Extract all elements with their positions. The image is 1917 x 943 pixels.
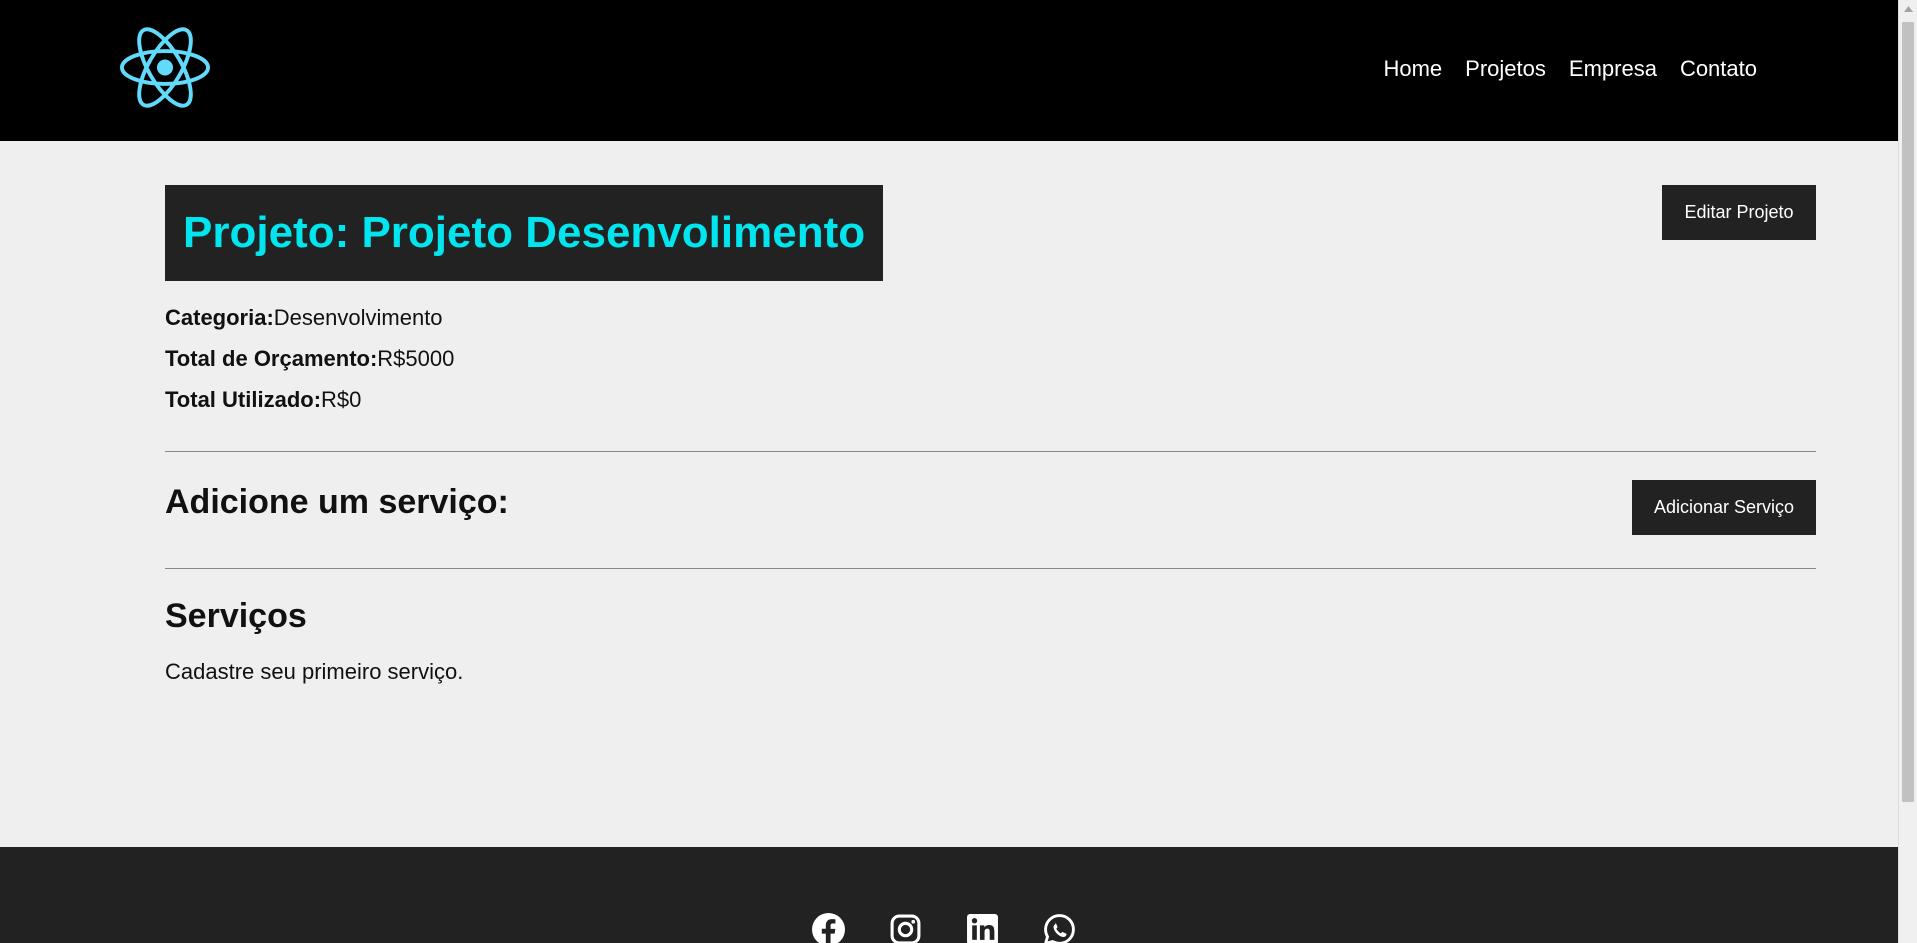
instagram-icon[interactable] bbox=[889, 913, 922, 943]
react-logo-icon[interactable] bbox=[120, 25, 210, 110]
nav-item-contato[interactable]: Contato bbox=[1680, 56, 1757, 82]
edit-project-button[interactable]: Editar Projeto bbox=[1662, 185, 1816, 240]
project-title: Projeto: Projeto Desenvolimento bbox=[183, 208, 866, 257]
used-value: R$0 bbox=[321, 387, 362, 412]
scrollbar-thumb[interactable] bbox=[1902, 22, 1914, 802]
nav-link-projetos[interactable]: Projetos bbox=[1465, 56, 1546, 81]
project-title-box: Projeto: Projeto Desenvolimento bbox=[165, 185, 884, 281]
social-links bbox=[812, 913, 1076, 943]
category-value: Desenvolvimento bbox=[273, 305, 443, 330]
category-info: Categoria:Desenvolvimento bbox=[165, 305, 443, 331]
used-label: Total Utilizado: bbox=[165, 387, 322, 412]
footer bbox=[0, 847, 1898, 943]
vertical-scrollbar[interactable] bbox=[1898, 0, 1917, 943]
category-label: Categoria: bbox=[165, 305, 274, 330]
services-title: Serviços bbox=[165, 597, 307, 635]
add-service-button[interactable]: Adicionar Serviço bbox=[1632, 480, 1816, 535]
facebook-icon[interactable] bbox=[812, 913, 845, 943]
nav-link-contato[interactable]: Contato bbox=[1680, 56, 1757, 81]
nav-link-home[interactable]: Home bbox=[1383, 56, 1442, 81]
whatsapp-icon[interactable] bbox=[1043, 913, 1076, 943]
divider bbox=[165, 568, 1816, 569]
nav-links: Home Projetos Empresa Contato bbox=[1383, 56, 1757, 82]
budget-value: R$5000 bbox=[377, 346, 455, 371]
add-service-title: Adicione um serviço: bbox=[165, 483, 509, 521]
budget-info: Total de Orçamento:R$5000 bbox=[165, 346, 454, 372]
nav-link-empresa[interactable]: Empresa bbox=[1569, 56, 1657, 81]
budget-label: Total de Orçamento: bbox=[165, 346, 378, 371]
nav-item-empresa[interactable]: Empresa bbox=[1569, 56, 1657, 82]
project-details: Projeto: Projeto Desenvolimento Editar P… bbox=[0, 141, 1898, 847]
nav-item-projetos[interactable]: Projetos bbox=[1465, 56, 1546, 82]
services-empty-message: Cadastre seu primeiro serviço. bbox=[165, 659, 464, 684]
linkedin-icon[interactable] bbox=[966, 913, 999, 943]
navbar: Home Projetos Empresa Contato bbox=[0, 0, 1898, 141]
divider bbox=[165, 451, 1816, 452]
used-info: Total Utilizado:R$0 bbox=[165, 387, 361, 413]
nav-item-home[interactable]: Home bbox=[1383, 56, 1442, 82]
scroll-up-icon[interactable] bbox=[1899, 0, 1917, 18]
